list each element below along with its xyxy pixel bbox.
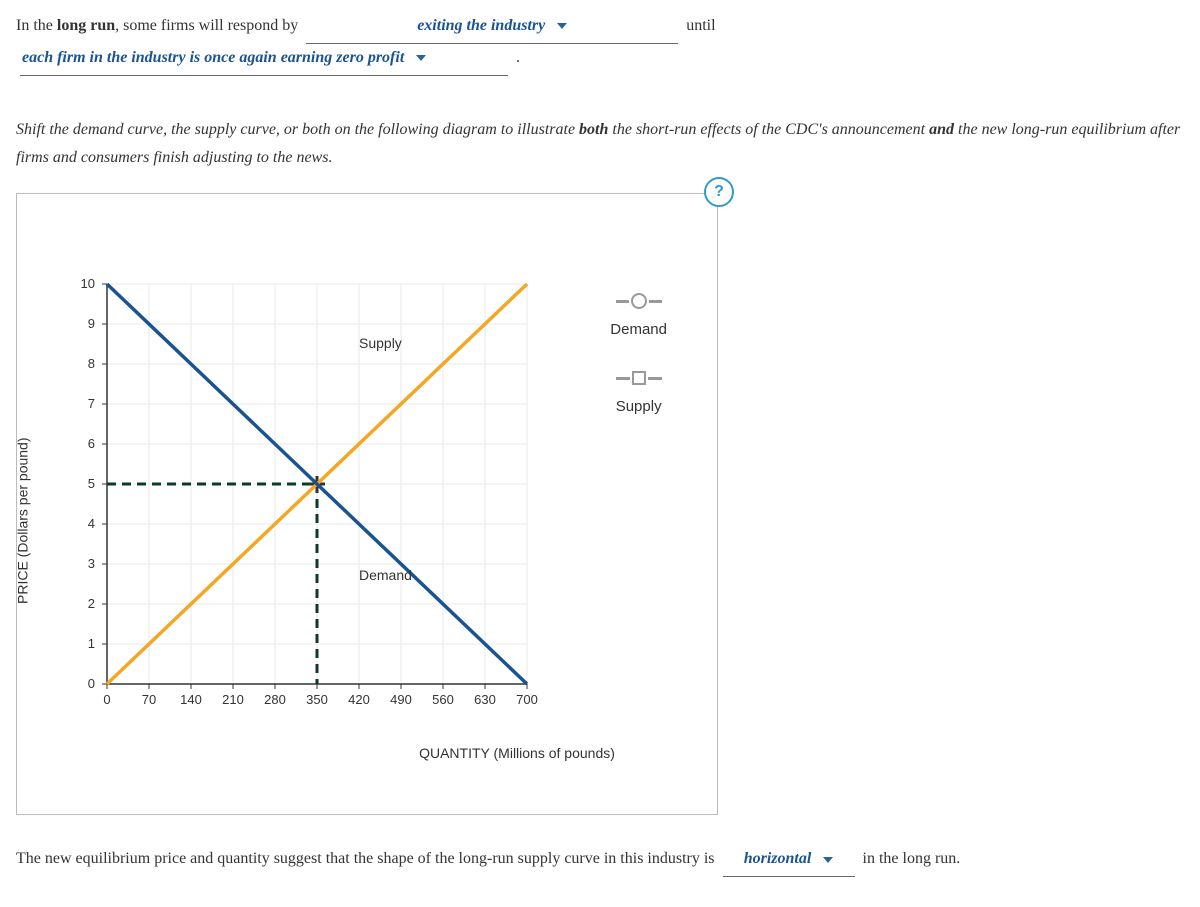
text: , some firms will respond by xyxy=(115,17,302,34)
svg-text:3: 3 xyxy=(88,556,95,571)
svg-text:2: 2 xyxy=(88,596,95,611)
question-sentence-2: The new equilibrium price and quantity s… xyxy=(16,845,1184,877)
svg-text:6: 6 xyxy=(88,436,95,451)
svg-text:280: 280 xyxy=(264,692,286,707)
dropdown-response-2[interactable]: each firm in the industry is once again … xyxy=(20,44,508,76)
caret-down-icon xyxy=(823,857,833,863)
svg-text:1: 1 xyxy=(88,636,95,651)
text-bold: and xyxy=(929,121,954,138)
chart-container: ? PRICE (Dollars per pound) 070140210280… xyxy=(16,193,718,815)
dropdown-value: each firm in the industry is once again … xyxy=(22,49,404,66)
svg-text:Supply: Supply xyxy=(359,335,402,351)
text: the short-run effects of the CDC's annou… xyxy=(608,121,929,138)
text: . xyxy=(516,49,520,66)
text: in the long run. xyxy=(863,850,961,867)
svg-text:0: 0 xyxy=(103,692,110,707)
svg-text:5: 5 xyxy=(88,476,95,491)
text-bold: both xyxy=(579,121,608,138)
legend-marker-demand xyxy=(616,294,662,308)
svg-text:10: 10 xyxy=(81,276,95,291)
legend-label: Demand xyxy=(610,316,667,343)
svg-text:420: 420 xyxy=(348,692,370,707)
dropdown-response-3[interactable]: horizontal xyxy=(723,845,855,877)
svg-text:8: 8 xyxy=(88,356,95,371)
dropdown-value: exiting the industry xyxy=(417,17,545,34)
caret-down-icon xyxy=(416,55,426,61)
text-bold: long run xyxy=(57,17,115,34)
text: The new equilibrium price and quantity s… xyxy=(16,850,719,867)
svg-text:70: 70 xyxy=(142,692,156,707)
caret-down-icon xyxy=(557,23,567,29)
legend-item-supply[interactable]: Supply xyxy=(610,371,667,420)
svg-text:7: 7 xyxy=(88,396,95,411)
svg-text:350: 350 xyxy=(306,692,328,707)
chart-svg[interactable]: 0 70 140 210 280 350 420 490 560 630 700 0 1 2 3 4 5 6 7 8 9… xyxy=(17,194,717,774)
help-icon: ? xyxy=(714,178,724,207)
x-axis-label: QUANTITY (Millions of pounds) xyxy=(297,741,737,766)
help-button[interactable]: ? xyxy=(704,177,734,207)
legend-marker-supply xyxy=(616,371,662,385)
svg-text:4: 4 xyxy=(88,516,95,531)
question-sentence-1: In the long run, some firms will respond… xyxy=(16,12,1184,76)
svg-text:0: 0 xyxy=(88,676,95,691)
text: until xyxy=(686,17,715,34)
text: Shift the demand curve, the supply curve… xyxy=(16,121,579,138)
svg-text:9: 9 xyxy=(88,316,95,331)
legend-label: Supply xyxy=(616,393,662,420)
svg-text:560: 560 xyxy=(432,692,454,707)
legend: Demand Supply xyxy=(610,294,667,448)
svg-text:490: 490 xyxy=(390,692,412,707)
svg-text:630: 630 xyxy=(474,692,496,707)
svg-text:700: 700 xyxy=(516,692,538,707)
text: In the xyxy=(16,17,57,34)
svg-text:210: 210 xyxy=(222,692,244,707)
instruction-text: Shift the demand curve, the supply curve… xyxy=(16,116,1184,174)
dropdown-response-1[interactable]: exiting the industry xyxy=(306,12,678,44)
svg-text:Demand: Demand xyxy=(359,567,412,583)
svg-text:140: 140 xyxy=(180,692,202,707)
dropdown-value: horizontal xyxy=(744,850,812,867)
legend-item-demand[interactable]: Demand xyxy=(610,294,667,343)
y-axis-label: PRICE (Dollars per pound) xyxy=(10,438,35,605)
